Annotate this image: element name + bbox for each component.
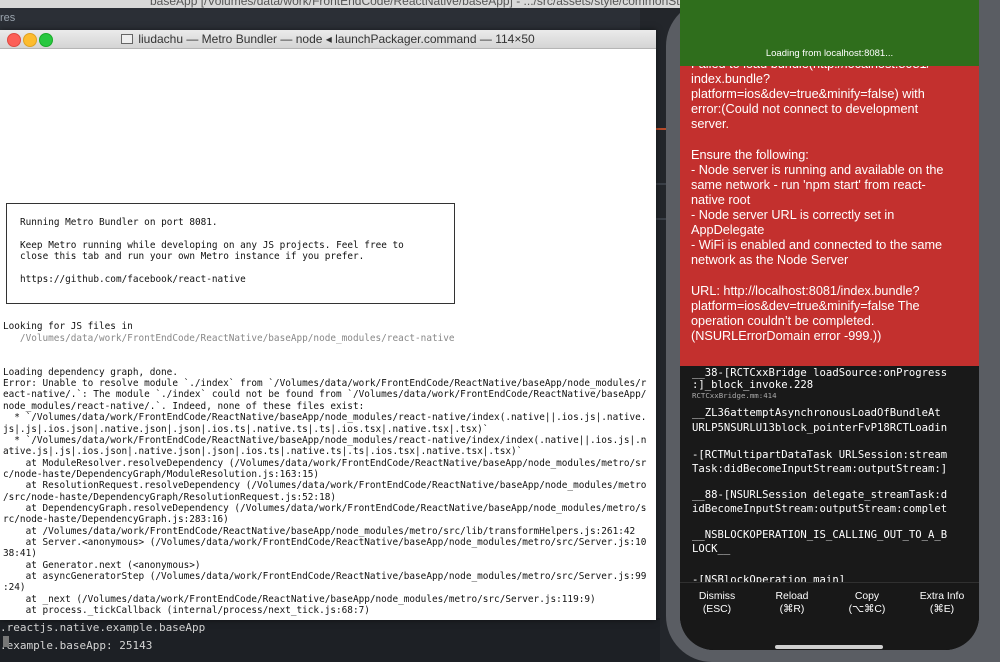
simulator-screen: Failed to load bundle(http://localhost:8… — [680, 0, 979, 650]
redbox-line: URL: http://localhost:8081/index.bundle? — [691, 283, 920, 298]
terminal-window: liudachu — Metro Bundler — node ◂ launch… — [0, 30, 656, 647]
extra-info-shortcut: (⌘E) — [929, 603, 955, 615]
metro-banner-box: Running Metro Bundler on port 8081. Keep… — [6, 203, 455, 304]
terminal-line: at asyncGeneratorStep (/Volumes/data/wor… — [3, 571, 647, 582]
terminal-line: node_modules/react-native/.`. Indeed, no… — [3, 401, 365, 412]
copy-shortcut: (⌥⌘C) — [848, 603, 886, 615]
redbox-actions: Dismiss (ESC) Reload (⌘R) Copy (⌥⌘C) Ext… — [680, 582, 979, 650]
dismiss-button[interactable]: Dismiss (ESC) — [680, 591, 754, 616]
terminal-output[interactable]: Running Metro Bundler on port 8081. Keep… — [0, 49, 656, 647]
redbox-line: - Node server URL is correctly set in — [691, 208, 895, 222]
extra-info-label: Extra Info — [919, 591, 965, 602]
reload-label: Reload — [775, 591, 809, 602]
terminal-line: eact-native/.`: The module `./index` cou… — [3, 389, 647, 400]
home-indicator — [775, 645, 883, 649]
terminal-line: Loading dependency graph, done. — [3, 367, 178, 378]
redbox-line: - WiFi is enabled and connected to the s… — [691, 238, 943, 253]
stack-frame-line: Task:didBecomeInputStream:outputStream:] — [692, 463, 948, 475]
redbox-stack-trace[interactable]: __38-[RCTCxxBridge loadSource:onProgress… — [680, 366, 979, 586]
editor-title: baseApp [/Volumes/data/work/FrontEndCode… — [150, 0, 713, 8]
redbox-line: same network - run 'npm start' from reac… — [691, 177, 926, 192]
redbox-line: (NSURLErrorDomain error -999.)) — [691, 328, 882, 343]
looking-line: Looking for JS files in — [3, 321, 133, 332]
terminal-line: at ResolutionRequest.resolveDependency (… — [3, 480, 647, 491]
terminal-title-text: liudachu — Metro Bundler — node ◂ launch… — [138, 32, 535, 46]
redbox-line: server. — [691, 117, 730, 132]
dismiss-shortcut: (ESC) — [702, 603, 732, 615]
terminal-line: at _next (/Volumes/data/work/FrontEndCod… — [3, 594, 596, 605]
terminal-line: :24) — [3, 582, 26, 593]
redbox-line: AppDelegate — [691, 223, 765, 238]
terminal-line: * `/Volumes/data/work/FrontEndCode/React… — [3, 435, 647, 446]
banner-line: close this tab and run your own Metro in… — [20, 251, 365, 262]
terminal-line: at /Volumes/data/work/FrontEndCode/React… — [3, 526, 636, 537]
terminal-line: * `/Volumes/data/work/FrontEndCode/React… — [3, 412, 647, 423]
terminal-line: at DependencyGraph.resolveDependency (/V… — [3, 503, 647, 514]
editor-tab-fragment[interactable]: res — [0, 12, 15, 24]
dismiss-label: Dismiss — [698, 591, 736, 602]
banner-link[interactable]: https://github.com/facebook/react-native — [20, 274, 246, 285]
reload-shortcut: (⌘R) — [779, 603, 805, 615]
terminal-line: Error: Unable to resolve module `./index… — [3, 378, 647, 389]
redbox-line: operation couldn’t be completed. — [691, 313, 875, 328]
terminal-line: js|.js|.ios.json|.native.json|.json|.ios… — [3, 424, 489, 435]
run-log-panel: .reactjs.native.example.baseApp .example… — [0, 618, 660, 662]
redbox-error-message: Failed to load bundle(http://localhost:8… — [680, 57, 979, 366]
redbox-line: platform=ios&dev=true&minify=false) with — [691, 87, 925, 102]
stack-frame-line: __NSBLOCKOPERATION_IS_CALLING_OUT_TO_A_B — [692, 529, 948, 541]
extra-info-button[interactable]: Extra Info (⌘E) — [905, 591, 979, 616]
redbox-line: index.bundle? — [691, 72, 771, 87]
reload-button[interactable]: Reload (⌘R) — [755, 591, 829, 616]
copy-button[interactable]: Copy (⌥⌘C) — [830, 591, 904, 616]
stack-frame-line: -[RCTMultipartDataTask URLSession:stream — [692, 449, 948, 461]
terminal-line: ative.js|.js|.ios.json|.native.json|.jso… — [3, 446, 523, 457]
terminal-line: c/node-haste/DependencyGraph/ModuleResol… — [3, 469, 320, 480]
looking-path: /Volumes/data/work/FrontEndCode/ReactNat… — [3, 333, 455, 344]
redbox-line: native root — [691, 192, 751, 207]
copy-label: Copy — [854, 591, 880, 602]
redbox-line: Ensure the following: — [691, 147, 809, 162]
home-folder-icon — [121, 34, 134, 44]
banner-line: Running Metro Bundler on port 8081. — [20, 217, 218, 228]
terminal-cursor — [3, 636, 9, 647]
terminal-title: liudachu — Metro Bundler — node ◂ launch… — [0, 32, 656, 46]
log-line: .reactjs.native.example.baseApp — [0, 621, 206, 634]
stack-frame-line: LOCK__ — [692, 543, 731, 555]
banner-line: Keep Metro running while developing on a… — [20, 240, 404, 251]
redbox-line: network as the Node Server — [691, 253, 849, 268]
log-line: .example.baseApp: 25143 — [0, 639, 153, 652]
terminal-line: at ModuleResolver.resolveDependency (/Vo… — [3, 458, 647, 469]
stack-frame-line: idBecomeInputStream:outputStream:complet — [692, 503, 948, 515]
loading-text: Loading from localhost:8081... — [765, 48, 894, 59]
terminal-line: rc/node-haste/DependencyGraph.js:283:16) — [3, 514, 229, 525]
terminal-line: 38:41) — [3, 548, 37, 559]
terminal-line: at process._tickCallback (internal/proce… — [3, 605, 370, 616]
stack-frame-line: __88-[NSURLSession delegate_streamTask:d — [692, 489, 948, 501]
stack-frame-source: RCTCxxBridge.mm:414 — [692, 391, 777, 400]
redbox-line: - Node server is running and available o… — [691, 162, 944, 177]
loading-banner: Loading from localhost:8081... — [680, 0, 979, 66]
stack-frame-line: __ZL36attemptAsynchronousLoadOfBundleAt — [692, 407, 941, 419]
terminal-title-bar[interactable]: liudachu — Metro Bundler — node ◂ launch… — [0, 30, 656, 49]
terminal-line: at Server.<anonymous> (/Volumes/data/wor… — [3, 537, 647, 548]
redbox-line: error:(Could not connect to development — [691, 102, 919, 117]
terminal-line: /src/node-haste/DependencyGraph/Resoluti… — [3, 492, 337, 503]
terminal-line: at Generator.next (<anonymous>) — [3, 560, 201, 571]
redbox-line: platform=ios&dev=true&minify=false The — [691, 298, 920, 313]
editor-tab-strip: res — [0, 8, 660, 30]
stack-frame-line: URLP5NSURLU13block_pointerFvP18RCTLoadin — [692, 422, 948, 434]
